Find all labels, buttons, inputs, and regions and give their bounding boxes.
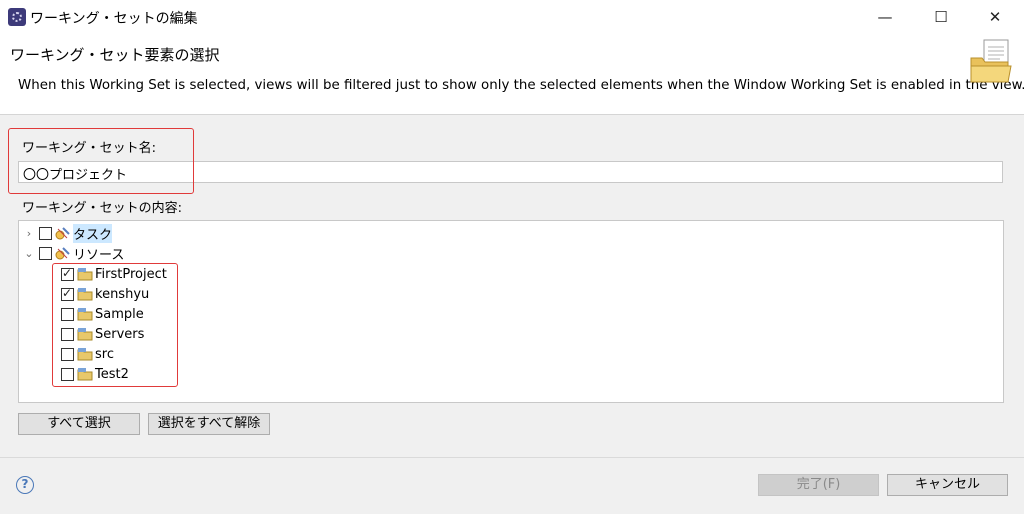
highlight-box-projects [52,263,178,387]
page-description: When this Working Set is selected, views… [18,78,1024,93]
page-title: ワーキング・セット要素の選択 [10,46,220,64]
finish-button[interactable]: 完了(F) [758,474,879,496]
footer-divider [0,457,1024,458]
chevron-down-icon[interactable]: ⌄ [23,247,35,260]
deselect-all-button[interactable]: 選択をすべて解除 [148,413,270,435]
tree-item-tasks[interactable]: › タスク [23,223,113,243]
resource-icon [55,247,70,260]
highlight-box-name [8,128,194,194]
minimize-button[interactable]: — [862,0,908,34]
tree-item-label: タスク [73,223,113,243]
working-set-content-label: ワーキング・セットの内容: [22,201,182,216]
help-icon[interactable]: ? [16,476,34,494]
window-title: ワーキング・セットの編集 [30,11,198,27]
maximize-button[interactable]: ☐ [918,0,964,34]
tree-checkbox[interactable] [39,226,52,240]
select-all-button[interactable]: すべて選択 [18,413,140,435]
close-button[interactable]: ✕ [972,0,1018,34]
cancel-button[interactable]: キャンセル [887,474,1008,496]
tree-item-resources[interactable]: ⌄ リソース [23,243,124,263]
eclipse-app-icon [8,8,26,26]
chevron-right-icon[interactable]: › [23,227,35,240]
task-icon [55,227,70,240]
folder-document-icon [970,39,1012,83]
tree-item-label: リソース [73,247,125,263]
tree-checkbox[interactable] [39,246,52,260]
